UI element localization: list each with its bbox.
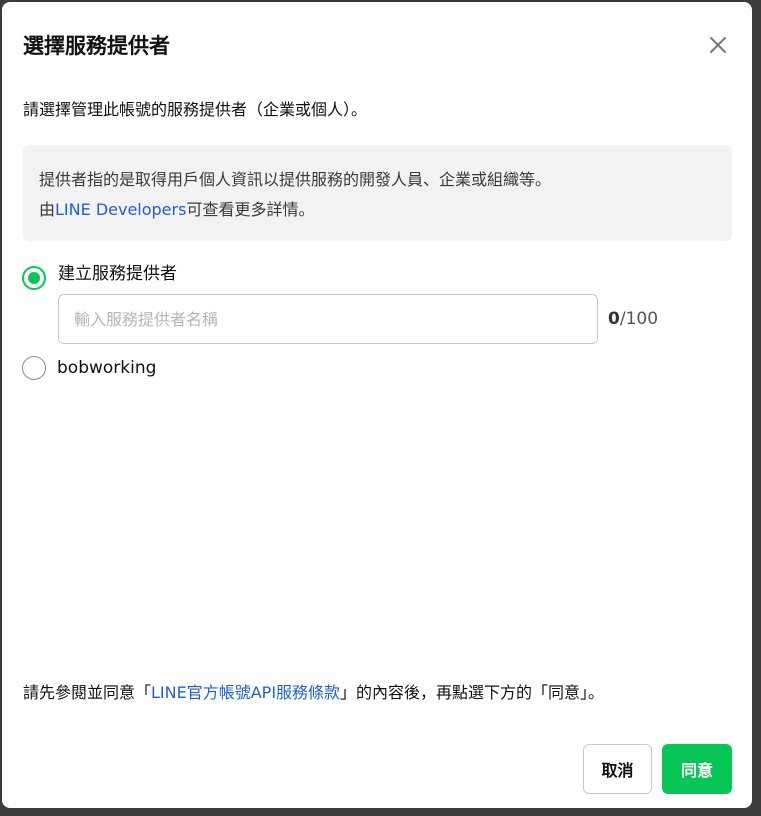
line-developers-link[interactable]: LINE Developers bbox=[55, 200, 186, 219]
radio-label-create-provider[interactable]: 建立服務提供者 bbox=[58, 262, 177, 286]
agree-button[interactable]: 同意 bbox=[662, 744, 732, 794]
radio-create-provider[interactable] bbox=[22, 266, 46, 290]
terms-prefix: 請先參閱並同意「 bbox=[23, 683, 152, 702]
terms-notice: 請先參閱並同意「LINE官方帳號API服務條款」的內容後，再點選下方的「同意」。 bbox=[23, 681, 604, 705]
info-prefix: 由 bbox=[39, 200, 56, 219]
character-count: 0 bbox=[608, 309, 620, 329]
radio-label-bobworking[interactable]: bobworking bbox=[57, 356, 156, 380]
info-more-details: 由LINE Developers可查看更多詳情。 bbox=[39, 195, 716, 225]
dialog-title: 選擇服務提供者 bbox=[23, 34, 170, 58]
character-max: /100 bbox=[619, 309, 659, 329]
terms-suffix: 」的內容後，再點選下方的「同意」。 bbox=[340, 683, 605, 702]
api-terms-link[interactable]: LINE官方帳號API服務條款 bbox=[151, 683, 340, 702]
info-suffix: 可查看更多詳情。 bbox=[186, 200, 315, 219]
select-provider-dialog: 選擇服務提供者 請選擇管理此帳號的服務提供者（企業或個人）。 提供者指的是取得用… bbox=[2, 2, 752, 808]
dialog-intro-text: 請選擇管理此帳號的服務提供者（企業或個人）。 bbox=[23, 100, 368, 119]
provider-name-input[interactable] bbox=[58, 294, 598, 344]
character-counter: 0/100 bbox=[608, 307, 658, 331]
info-description: 提供者指的是取得用戶個人資訊以提供服務的開發人員、企業或組織等。 bbox=[39, 170, 552, 189]
cancel-button[interactable]: 取消 bbox=[583, 744, 652, 794]
radio-bobworking[interactable] bbox=[22, 356, 46, 380]
close-icon[interactable] bbox=[707, 34, 729, 56]
provider-info-box: 提供者指的是取得用戶個人資訊以提供服務的開發人員、企業或組織等。 由LINE D… bbox=[23, 145, 732, 241]
